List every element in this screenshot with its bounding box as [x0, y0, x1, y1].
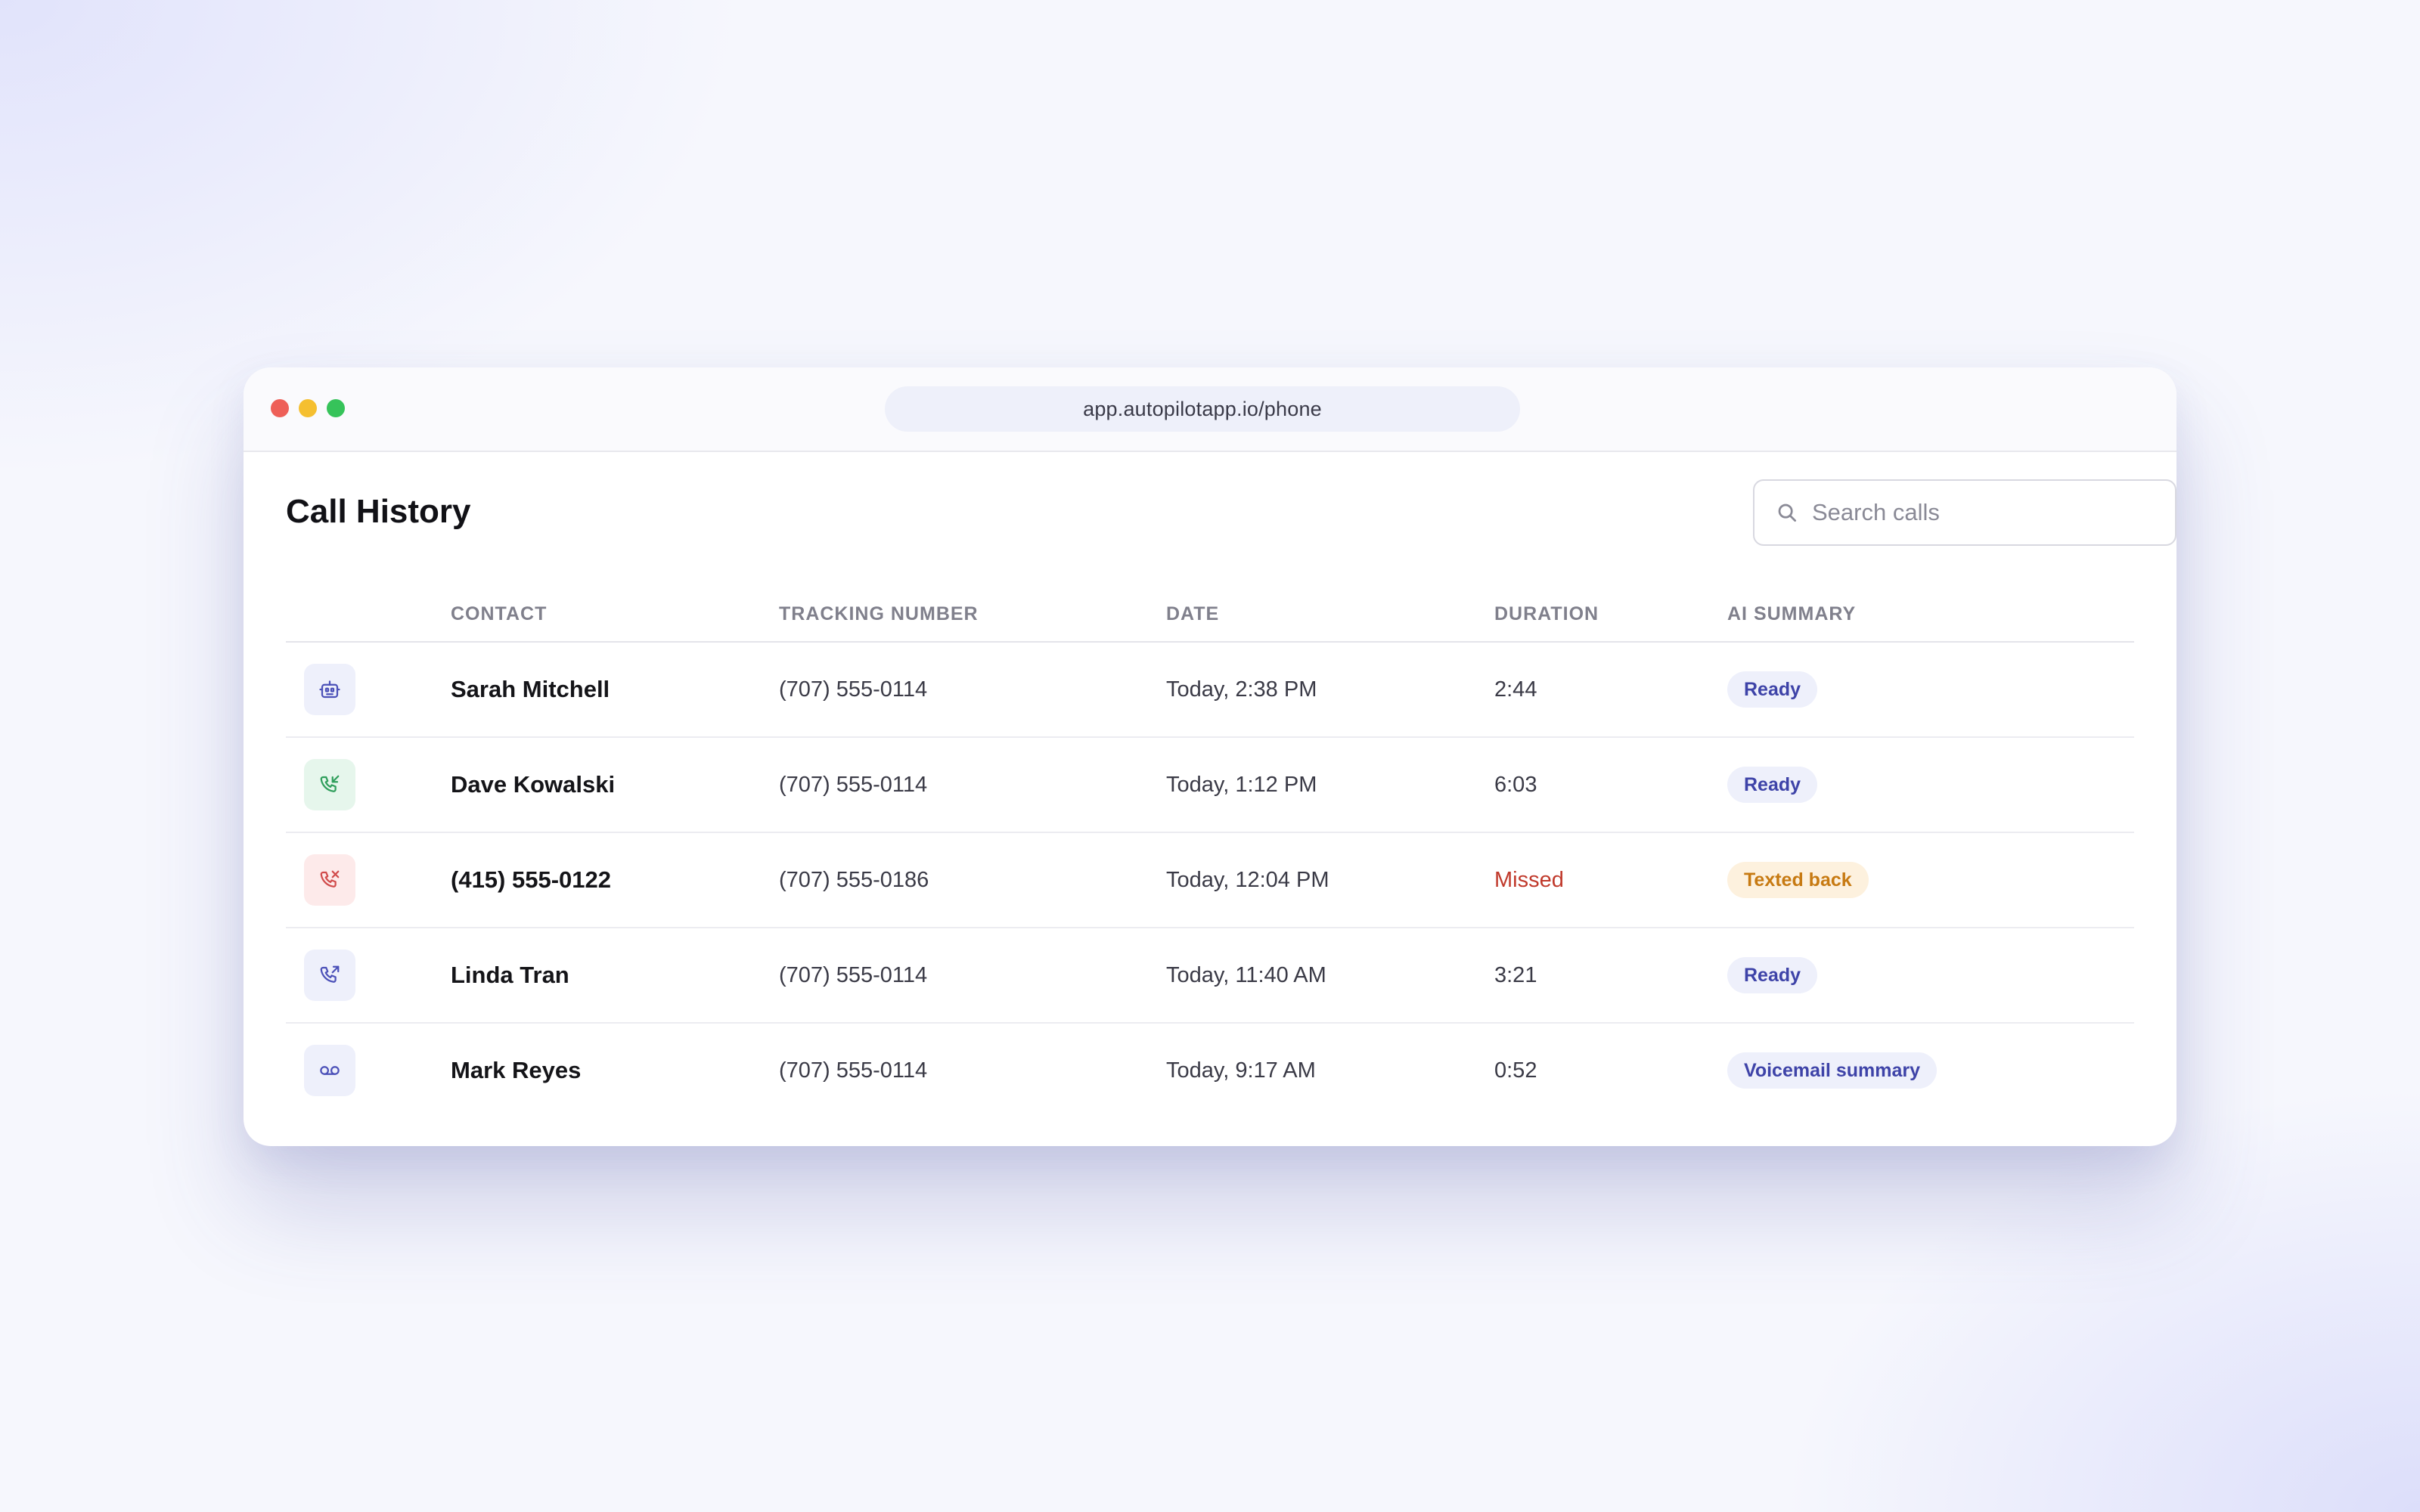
call-date: Today, 12:04 PM: [1166, 867, 1329, 892]
header-ai-summary[interactable]: AI SUMMARY: [1727, 603, 1856, 625]
summary-texted-back-badge[interactable]: Texted back: [1727, 862, 1869, 898]
search-icon: [1778, 503, 1796, 522]
contact-name[interactable]: Dave Kowalski: [451, 738, 615, 832]
call-type-badge: [304, 854, 355, 906]
call-type-badge: [304, 1045, 355, 1096]
contact-name[interactable]: Sarah Mitchell: [451, 643, 610, 736]
call-date: Today, 9:17 AM: [1166, 1058, 1316, 1083]
tracking-number: (707) 555-0114: [779, 772, 928, 797]
ai-summary-cell: Ready: [1727, 643, 1818, 736]
browser-titlebar: app.autopilotapp.io/phone: [244, 367, 2176, 452]
contact-name[interactable]: Mark Reyes: [451, 1024, 581, 1117]
close-window-button[interactable]: [271, 399, 289, 417]
call-type-badge: [304, 950, 355, 1001]
summary-ready-badge[interactable]: Ready: [1727, 767, 1818, 803]
tracking-number: (707) 555-0114: [779, 962, 928, 987]
table-row[interactable]: Sarah Mitchell (707) 555-0114 Today, 2:3…: [286, 643, 2134, 738]
search-input[interactable]: [1812, 499, 2145, 526]
outgoing-call-icon: [320, 965, 340, 983]
summary-ready-badge[interactable]: Ready: [1727, 671, 1818, 708]
call-duration: 0:52: [1494, 1058, 1537, 1083]
contact-name[interactable]: (415) 555-0122: [451, 833, 611, 927]
call-duration: 2:44: [1494, 677, 1537, 702]
address-bar[interactable]: app.autopilotapp.io/phone: [885, 386, 1520, 432]
voicemail-icon: [320, 1066, 340, 1075]
table-row[interactable]: Dave Kowalski (707) 555-0114 Today, 1:12…: [286, 738, 2134, 833]
call-history-table: CONTACT TRACKING NUMBER DATE DURATION AI…: [286, 585, 2134, 1119]
search-box[interactable]: [1753, 479, 2176, 546]
summary-ready-badge[interactable]: Ready: [1727, 957, 1818, 993]
ai-summary-cell: Texted back: [1727, 833, 1869, 927]
tracking-number: (707) 555-0114: [779, 1058, 928, 1083]
tracking-number: (707) 555-0186: [779, 867, 929, 892]
call-duration: 3:21: [1494, 962, 1537, 987]
call-duration: 6:03: [1494, 772, 1537, 797]
tracking-number: (707) 555-0114: [779, 677, 928, 702]
call-date: Today, 2:38 PM: [1166, 677, 1317, 702]
table-row[interactable]: (415) 555-0122 (707) 555-0186 Today, 12:…: [286, 833, 2134, 928]
missed-call-icon: [320, 870, 340, 888]
minimize-window-button[interactable]: [299, 399, 317, 417]
table-header: CONTACT TRACKING NUMBER DATE DURATION AI…: [286, 585, 2134, 643]
call-type-badge: [304, 664, 355, 715]
call-type-badge: [304, 759, 355, 810]
call-date: Today, 11:40 AM: [1166, 962, 1326, 987]
call-duration-missed: Missed: [1494, 867, 1564, 892]
header-date[interactable]: DATE: [1166, 603, 1219, 625]
summary-voicemail-badge[interactable]: Voicemail summary: [1727, 1052, 1937, 1089]
header-duration[interactable]: DURATION: [1494, 603, 1599, 625]
maximize-window-button[interactable]: [327, 399, 345, 417]
table-row[interactable]: Linda Tran (707) 555-0114 Today, 11:40 A…: [286, 928, 2134, 1024]
ai-summary-cell: Voicemail summary: [1727, 1024, 1937, 1117]
contact-name[interactable]: Linda Tran: [451, 928, 569, 1022]
ai-summary-cell: Ready: [1727, 738, 1818, 832]
ai-bot-icon: [319, 680, 340, 699]
browser-window: app.autopilotapp.io/phone Call History C…: [244, 367, 2176, 1146]
call-date: Today, 1:12 PM: [1166, 772, 1317, 797]
header-contact[interactable]: CONTACT: [451, 603, 547, 625]
ai-summary-cell: Ready: [1727, 928, 1818, 1022]
header-tracking-number[interactable]: TRACKING NUMBER: [779, 603, 979, 625]
page-title: Call History: [286, 493, 471, 530]
incoming-call-icon: [320, 775, 340, 792]
table-row[interactable]: Mark Reyes (707) 555-0114 Today, 9:17 AM…: [286, 1024, 2134, 1119]
